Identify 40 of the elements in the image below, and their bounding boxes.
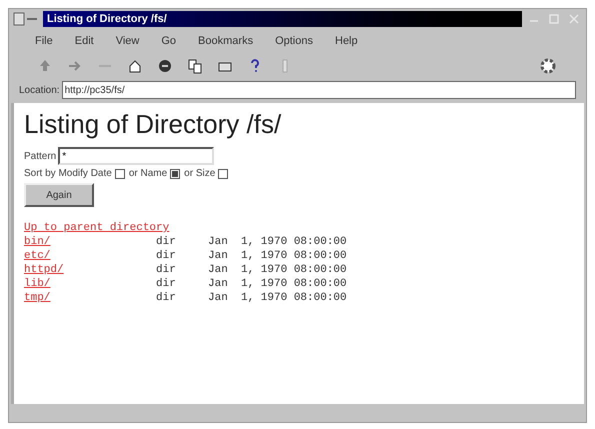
menu-item[interactable]: Options [275,32,313,50]
menu-item[interactable]: View [116,32,140,50]
pattern-label: Pattern [24,150,56,164]
entry-date: Jan 1, 1970 08:00:00 [208,235,347,249]
window-title: Listing of Directory /fs/ [47,14,167,24]
entry-date: Jan 1, 1970 08:00:00 [208,263,347,277]
sort-label: Sort by Modify Date [24,167,112,181]
entry-date: Jan 1, 1970 08:00:00 [208,291,347,305]
sort-checkbox[interactable] [218,168,228,178]
copy-icon[interactable] [187,58,203,74]
directory-link[interactable]: tmp/ [24,291,156,305]
directory-link[interactable]: httpd/ [24,263,156,277]
menu-item[interactable]: File [35,32,53,50]
entry-type: dir [156,263,177,277]
entry-type: dir [156,249,177,263]
location-field[interactable]: http://pc35/fs/ [62,81,576,99]
directory-link[interactable]: lib/ [24,277,156,291]
directory-link[interactable]: etc/ [24,249,156,263]
entry-date: Jan 1, 1970 08:00:00 [208,249,347,263]
location-label: Location: [19,84,60,98]
sort-checkbox[interactable] [170,168,180,178]
parent-directory-link[interactable]: Up to parent directory [24,221,170,235]
again-button[interactable]: Again [24,183,94,207]
page-heading: Listing of Directory /fs/ [24,108,282,141]
menu-item[interactable]: Help [335,32,358,50]
sort-label: or Size [184,167,216,181]
menu-item[interactable]: Go [161,32,176,50]
home-icon[interactable] [127,58,143,74]
sort-label: or Name [128,167,168,181]
pattern-field[interactable]: * [58,147,214,165]
entry-type: dir [156,235,177,249]
gear-icon [538,56,558,76]
sort-checkbox[interactable] [114,168,125,178]
menu-item[interactable]: Bookmarks [198,32,254,50]
entry-date: Jan 1, 1970 08:00:00 [208,277,347,291]
entry-type: dir [156,291,177,305]
menu-item[interactable]: Edit [74,32,94,50]
directory-link[interactable]: bin/ [24,235,156,249]
window-menu-icon[interactable] [13,12,39,26]
entry-type: dir [156,277,177,291]
